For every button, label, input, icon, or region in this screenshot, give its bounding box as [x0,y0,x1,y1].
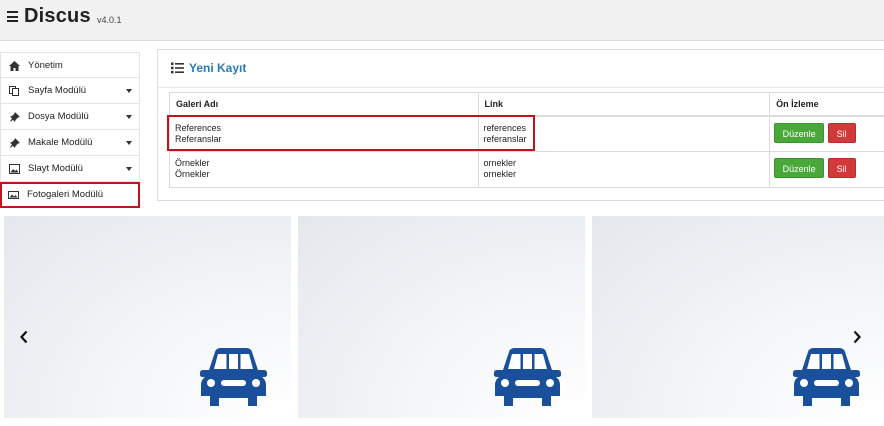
gallery-link-tr: ornekler [483,169,517,179]
edit-button[interactable]: Düzenle [774,158,825,178]
sidebar-item-makale[interactable]: Makale Modülü [0,130,140,156]
column-header-link[interactable]: Link [477,92,771,117]
chevron-right-icon[interactable] [852,330,862,344]
pages-icon [9,86,19,96]
gallery-list-panel: Yeni Kayıt Galeri Adı Link Ön İzleme Ref… [157,49,884,201]
gallery-name-cell: Örnekler Örnekler [169,151,479,188]
delete-button[interactable]: Sil [827,158,856,178]
table-header-row: Galeri Adı Link Ön İzleme [169,92,884,117]
sidebar-item-sayfa[interactable]: Sayfa Modülü [0,78,140,104]
edit-button[interactable]: Düzenle [774,122,825,143]
chevron-left-icon[interactable] [19,330,29,344]
table-row: References Referanslar references refera… [169,115,884,152]
sidebar-item-label: Yönetim [28,60,63,71]
caret-down-icon [126,167,132,171]
gallery-link-en: ornekler [483,158,517,168]
column-header-preview[interactable]: Ön İzleme [769,92,884,117]
home-icon [9,61,20,71]
gallery-link-tr: referanslar [483,133,527,144]
caret-down-icon [126,89,132,93]
gallery-slide[interactable] [4,216,291,418]
sidebar-item-yonetim[interactable]: Yönetim [0,52,140,78]
actions-cell: Düzenle Sil [769,115,884,152]
car-icon [793,348,860,406]
pin-icon [9,138,20,148]
sidebar-item-dosya[interactable]: Dosya Modülü [0,104,140,130]
panel-header: Yeni Kayıt [158,50,884,88]
actions-cell: Düzenle Sil [769,151,884,188]
gallery-name-en: Örnekler [175,158,210,168]
gallery-table: Galeri Adı Link Ön İzleme References Ref… [169,92,884,188]
image-icon [8,191,19,199]
gallery-name-en: References [175,122,222,133]
sidebar-item-label: Slayt Modülü [28,163,83,174]
sidebar-item-label: Sayfa Modülü [28,85,87,96]
table-row: Örnekler Örnekler ornekler ornekler Düze… [169,151,884,188]
car-icon [200,348,267,406]
list-icon [171,62,184,74]
app-version: v4.0.1 [97,15,122,25]
new-record-link[interactable]: Yeni Kayıt [189,61,246,75]
gallery-link-cell: references referanslar [477,115,771,152]
caret-down-icon [126,115,132,119]
hamburger-icon[interactable] [7,11,18,22]
gallery-slide[interactable] [298,216,585,418]
gallery-link-cell: ornekler ornekler [477,151,771,188]
pin-icon [9,112,20,122]
gallery-link-en: references [483,122,527,133]
gallery-name-tr: Örnekler [175,169,210,179]
gallery-name-cell: References Referanslar [169,115,479,152]
top-header: Discus v4.0.1 [0,0,884,41]
gallery-slide[interactable] [592,216,884,418]
picture-icon [9,164,20,174]
sidebar: Yönetim Sayfa Modülü Dosya Modülü Makale… [0,52,140,208]
caret-down-icon [126,141,132,145]
delete-button[interactable]: Sil [827,122,856,143]
sidebar-item-label: Makale Modülü [28,137,93,148]
car-icon [494,348,561,406]
sidebar-item-slayt[interactable]: Slayt Modülü [0,156,140,182]
app-brand[interactable]: Discus [24,5,91,28]
column-header-gallery-name[interactable]: Galeri Adı [169,92,479,117]
gallery-name-tr: Referanslar [175,133,222,144]
sidebar-item-label: Dosya Modülü [28,111,89,122]
sidebar-item-label: Fotogaleri Modülü [27,189,104,200]
sidebar-item-fotogaleri[interactable]: Fotogaleri Modülü [0,182,140,208]
